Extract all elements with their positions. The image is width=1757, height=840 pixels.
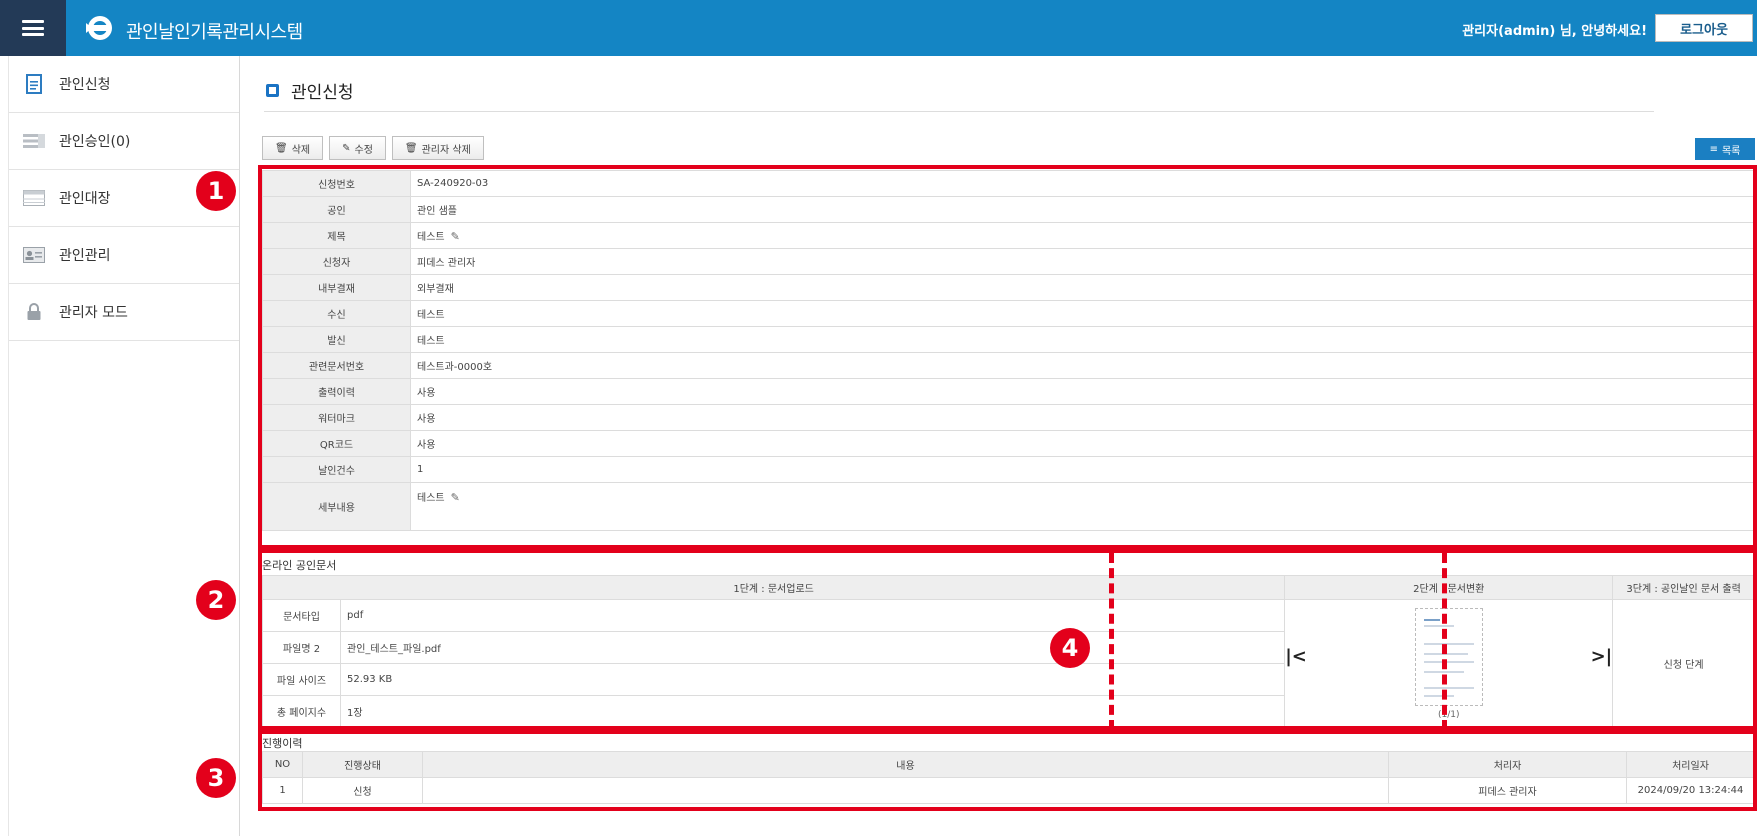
annotation-badge-2: 2 [196,580,236,620]
sidebar-item-seal-approval[interactable]: 관인승인(0) [9,113,239,170]
highlight-divider-right [1442,553,1447,730]
trash-icon: 🗑 [404,142,418,154]
annotation-badge-1: 1 [196,171,236,211]
sidebar-item-label: 관인신청 [59,77,111,93]
highlight-box-2 [258,549,1757,730]
sidebar-item-admin-mode[interactable]: 관리자 모드 [9,284,239,341]
list-icon [23,132,45,150]
annotation-badge-4: 4 [1050,628,1090,668]
ledger-icon [23,189,45,207]
page-title-bar: 관인신청 [264,78,1654,112]
annotation-badge-3: 3 [196,758,236,798]
edit-button[interactable]: ✎ 수정 [329,136,386,160]
admin-delete-button[interactable]: 🗑 관리자 삭제 [391,136,484,160]
edit-button-label: 수정 [354,144,373,156]
highlight-box-1 [258,165,1757,549]
sidebar-item-label: 관인관리 [59,248,111,264]
sidebar-item-seal-management[interactable]: 관인관리 [9,227,239,284]
hamburger-icon [22,20,44,36]
top-header: 관인날인기록관리시스템 관리자(admin) 님, 안녕하세요! 로그아웃 [0,0,1757,56]
document-icon [23,74,45,94]
sidebar-item-label: 관인승인(0) [59,134,131,150]
page-title: 관인신청 [291,83,354,103]
delete-button-label: 삭제 [291,144,311,156]
sidebar-item-seal-request[interactable]: 관인신청 [9,56,239,113]
highlight-box-3 [258,730,1757,811]
lock-icon [23,303,45,321]
action-toolbar: 🗑 삭제 ✎ 수정 🗑 관리자 삭제 [262,136,484,160]
delete-button[interactable]: 🗑 삭제 [262,136,324,160]
user-greeting: 관리자(admin) 님, 안녕하세요! [1462,24,1647,39]
app-title: 관인날인기록관리시스템 [126,22,303,43]
id-card-icon [23,246,45,264]
edit-icon: ✎ [342,142,351,154]
title-square-icon [266,84,279,97]
list-button[interactable]: ≡ 목록 [1695,138,1755,160]
sidebar-item-label: 관리자 모드 [59,305,128,321]
list-button-label: 목록 [1721,145,1741,157]
list-icon: ≡ [1709,143,1718,155]
admin-delete-button-label: 관리자 삭제 [421,144,471,156]
sidebar-item-label: 관인대장 [59,191,111,207]
highlight-divider-left [1109,553,1114,730]
logout-button[interactable]: 로그아웃 [1655,14,1753,42]
app-logo-icon [86,16,112,40]
menu-button[interactable] [0,0,66,56]
trash-icon: 🗑 [275,142,288,154]
